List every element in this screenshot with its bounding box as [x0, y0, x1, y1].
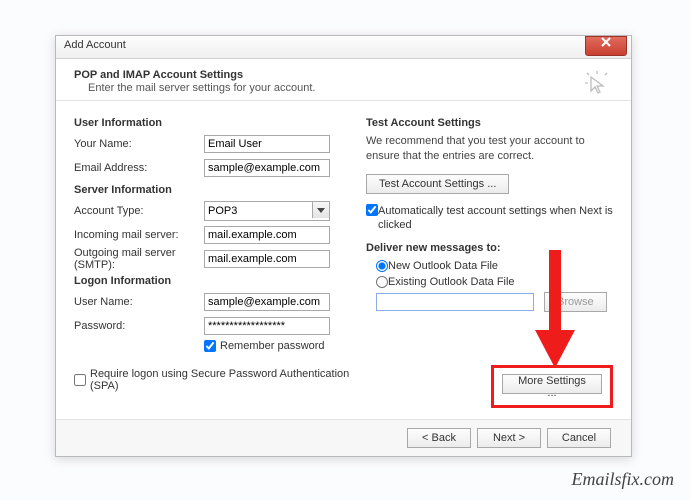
label-remember-password: Remember password [220, 340, 325, 352]
account-type-select[interactable]: POP3 [204, 201, 330, 221]
remember-password-checkbox[interactable] [204, 340, 216, 352]
titlebar: Add Account [56, 36, 631, 59]
close-button[interactable] [585, 36, 627, 56]
label-radio-existing: Existing Outlook Data File [388, 276, 515, 288]
page-subtitle: Enter the mail server settings for your … [74, 82, 613, 94]
section-user-info: User Information [74, 117, 354, 129]
dialog-body: User Information Your Name: Email Addres… [56, 101, 631, 109]
radio-new-data-file[interactable] [376, 260, 388, 272]
right-column: Test Account Settings We recommend that … [366, 111, 614, 312]
section-deliver-to: Deliver new messages to: [366, 242, 614, 254]
label-password: Password: [74, 320, 204, 332]
test-account-settings-button[interactable]: Test Account Settings ... [366, 174, 509, 194]
user-name-input[interactable] [204, 293, 330, 311]
section-test-settings: Test Account Settings [366, 117, 614, 129]
your-name-input[interactable] [204, 135, 330, 153]
more-settings-highlight: More Settings ... [491, 365, 613, 408]
watermark: Emailsfix.com [572, 469, 674, 490]
label-auto-test: Automatically test account settings when… [378, 204, 614, 233]
label-user-name: User Name: [74, 296, 204, 308]
email-input[interactable] [204, 159, 330, 177]
page-title: POP and IMAP Account Settings [74, 69, 613, 81]
label-email: Email Address: [74, 162, 204, 174]
spa-checkbox[interactable] [74, 374, 86, 386]
left-column: User Information Your Name: Email Addres… [74, 111, 354, 392]
label-outgoing: Outgoing mail server (SMTP): [74, 247, 204, 271]
label-radio-new: New Outlook Data File [388, 260, 498, 272]
label-spa: Require logon using Secure Password Auth… [90, 368, 354, 392]
back-button[interactable]: < Back [407, 428, 471, 448]
label-your-name: Your Name: [74, 138, 204, 150]
outgoing-server-input[interactable] [204, 250, 330, 268]
more-settings-button[interactable]: More Settings ... [502, 374, 602, 394]
auto-test-checkbox[interactable] [366, 204, 378, 216]
existing-file-path-input[interactable] [376, 293, 534, 311]
password-input[interactable] [204, 317, 330, 335]
browse-button[interactable]: Browse [544, 292, 607, 312]
next-button[interactable]: Next > [477, 428, 541, 448]
add-account-dialog: Add Account POP and IMAP Account Setting… [55, 35, 632, 457]
incoming-server-input[interactable] [204, 226, 330, 244]
dialog-header: POP and IMAP Account Settings Enter the … [56, 59, 631, 101]
window-title: Add Account [64, 39, 126, 51]
cursor-icon [583, 69, 611, 97]
dialog-footer: < Back Next > Cancel [56, 419, 631, 456]
test-description: We recommend that you test your account … [366, 134, 614, 164]
label-account-type: Account Type: [74, 205, 204, 217]
radio-existing-data-file[interactable] [376, 276, 388, 288]
label-incoming: Incoming mail server: [74, 229, 204, 241]
cancel-button[interactable]: Cancel [547, 428, 611, 448]
section-server-info: Server Information [74, 184, 354, 196]
close-icon [601, 37, 611, 47]
section-logon-info: Logon Information [74, 275, 354, 287]
